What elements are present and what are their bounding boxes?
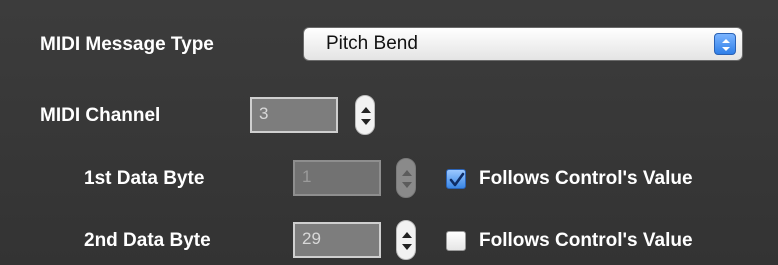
stepper-arrows-icon bbox=[402, 232, 412, 250]
data-byte-1-follows-checkbox[interactable] bbox=[446, 169, 466, 189]
message-type-label: MIDI Message Type bbox=[40, 34, 214, 55]
data-byte-1-field[interactable]: 1 bbox=[293, 160, 381, 196]
checkmark-icon bbox=[449, 172, 465, 187]
stepper-arrows-icon bbox=[402, 170, 412, 188]
data-byte-1-follows-label[interactable]: Follows Control's Value bbox=[479, 167, 693, 191]
message-type-popup[interactable]: Pitch Bend bbox=[303, 27, 743, 61]
up-down-arrows-icon bbox=[714, 33, 736, 55]
data-byte-2-field[interactable]: 29 bbox=[293, 222, 381, 258]
stepper-arrows-icon bbox=[361, 107, 371, 125]
data-byte-2-stepper[interactable] bbox=[396, 220, 416, 260]
message-type-value: Pitch Bend bbox=[326, 33, 418, 54]
channel-stepper[interactable] bbox=[355, 95, 375, 135]
data-byte-2-follows-label[interactable]: Follows Control's Value bbox=[479, 229, 693, 253]
data-byte-1-stepper[interactable] bbox=[396, 158, 416, 198]
data-byte-2-label: 2nd Data Byte bbox=[84, 230, 211, 251]
data-byte-1-label: 1st Data Byte bbox=[84, 168, 205, 189]
midi-settings-panel: MIDI Message Type Pitch Bend MIDI Channe… bbox=[0, 0, 778, 265]
data-byte-2-follows-checkbox[interactable] bbox=[446, 231, 466, 251]
channel-field[interactable]: 3 bbox=[250, 97, 338, 133]
channel-label: MIDI Channel bbox=[40, 105, 161, 126]
